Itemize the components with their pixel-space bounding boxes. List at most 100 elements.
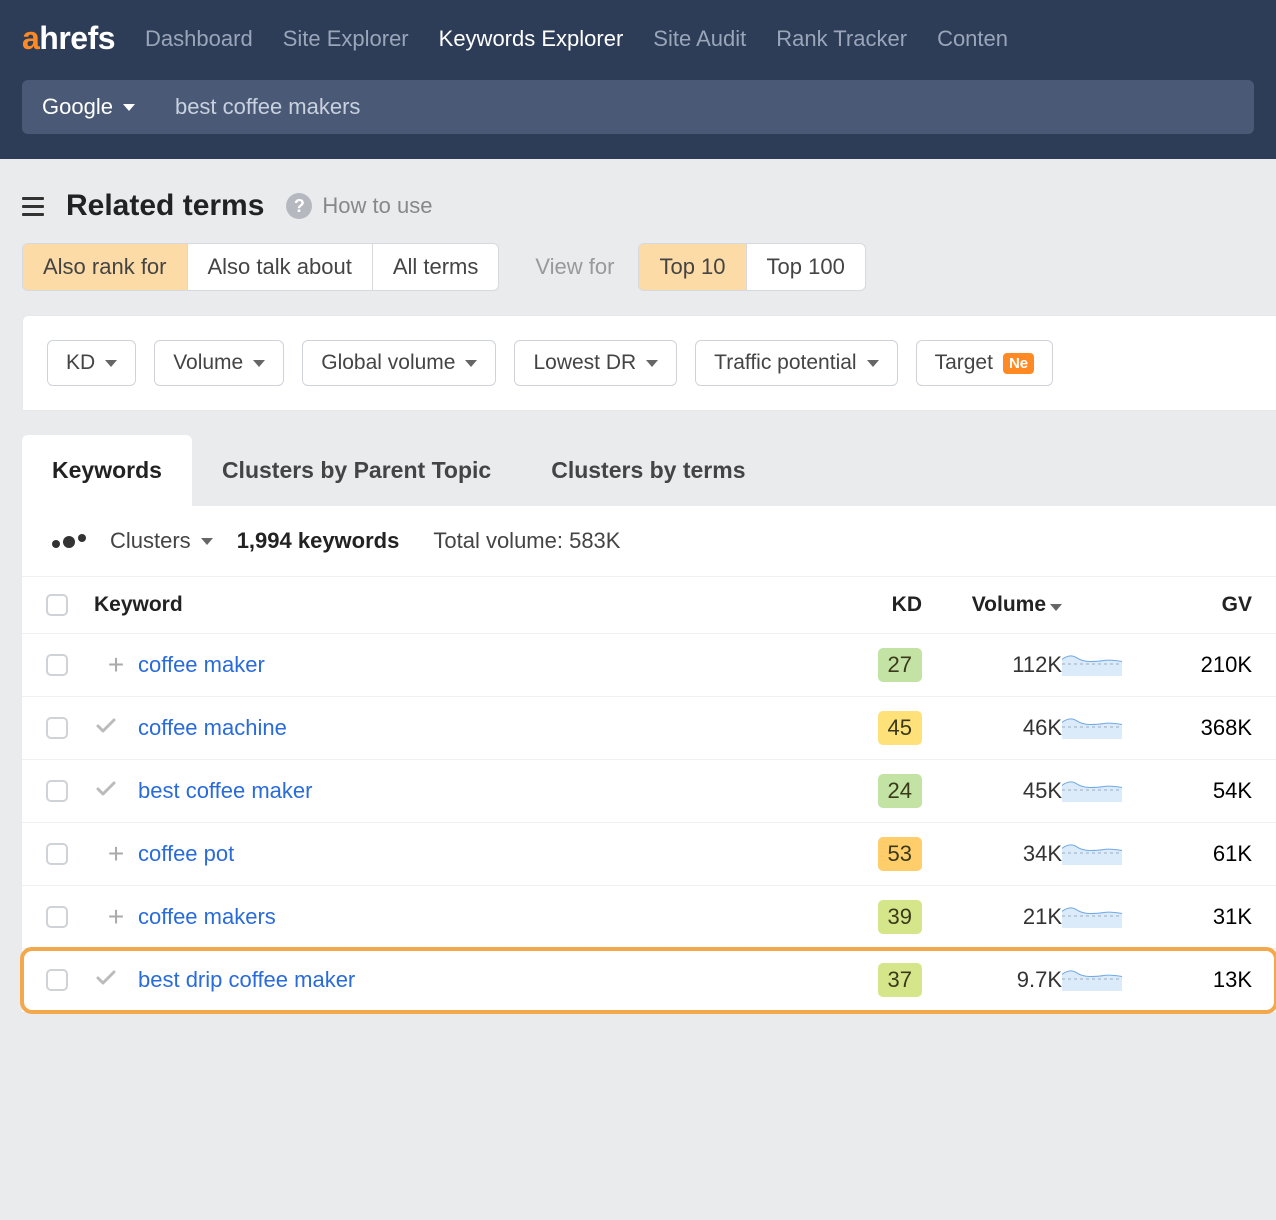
match-type-group: Also rank forAlso talk aboutAll terms	[22, 243, 499, 291]
gv-value: 61K	[1142, 841, 1252, 867]
row-checkbox[interactable]	[46, 717, 68, 739]
select-all-checkbox[interactable]	[46, 594, 68, 616]
volume-value: 9.7K	[922, 967, 1062, 993]
nav-site-explorer[interactable]: Site Explorer	[283, 26, 409, 52]
help-icon: ?	[286, 193, 312, 219]
sparkline-icon	[1062, 648, 1122, 676]
table-row: +coffee makers3921K31K	[22, 886, 1276, 949]
col-keyword[interactable]: Keyword	[94, 593, 832, 617]
caret-down-icon	[201, 538, 213, 545]
view-for-label: View for	[535, 254, 614, 280]
gv-value: 13K	[1142, 967, 1252, 993]
sparkline-icon	[1062, 711, 1122, 739]
hamburger-icon[interactable]	[22, 197, 44, 216]
tab-clusters-by-parent-topic[interactable]: Clusters by Parent Topic	[192, 435, 521, 506]
row-checkbox[interactable]	[46, 969, 68, 991]
filter-volume[interactable]: Volume	[154, 340, 284, 386]
sparkline-icon	[1062, 900, 1122, 928]
caret-down-icon	[105, 360, 117, 367]
total-volume: Total volume: 583K	[433, 528, 620, 554]
top-nav: ahrefs Dashboard Site Explorer Keywords Ex…	[0, 0, 1276, 77]
pill-all-terms[interactable]: All terms	[373, 244, 499, 290]
row-checkbox[interactable]	[46, 906, 68, 928]
how-to-use-link[interactable]: ? How to use	[286, 193, 432, 219]
keyword-link[interactable]: best drip coffee maker	[138, 967, 355, 992]
table-row: +coffee pot5334K61K	[22, 823, 1276, 886]
included-icon[interactable]	[94, 776, 138, 806]
row-checkbox[interactable]	[46, 654, 68, 676]
sparkline-icon	[1062, 963, 1122, 991]
pill-top-100[interactable]: Top 100	[747, 244, 865, 290]
col-volume[interactable]: Volume	[922, 593, 1062, 617]
tabs-row: KeywordsClusters by Parent TopicClusters…	[0, 435, 1276, 506]
included-icon[interactable]	[94, 713, 138, 743]
col-kd[interactable]: KD	[832, 593, 922, 617]
new-badge: Ne	[1003, 353, 1034, 374]
stats-row: Clusters 1,994 keywords Total volume: 58…	[22, 506, 1276, 577]
tab-keywords[interactable]: Keywords	[22, 435, 192, 506]
caret-down-icon	[646, 360, 658, 367]
engine-label: Google	[42, 94, 113, 120]
expand-icon[interactable]: +	[94, 838, 138, 870]
nav-rank-tracker[interactable]: Rank Tracker	[776, 26, 907, 52]
sparkline-icon	[1062, 837, 1122, 865]
filter-global-volume[interactable]: Global volume	[302, 340, 496, 386]
kd-badge: 24	[878, 774, 922, 808]
nav-dashboard[interactable]: Dashboard	[145, 26, 253, 52]
included-icon[interactable]	[94, 965, 138, 995]
engine-select[interactable]: Google	[22, 80, 155, 134]
table-row: best coffee maker 2445K 54K	[22, 760, 1276, 823]
nav-keywords-explorer[interactable]: Keywords Explorer	[439, 26, 624, 52]
keyword-table: Keyword KD Volume GV +coffee maker27112K…	[22, 577, 1276, 1012]
gv-value: 31K	[1142, 904, 1252, 930]
sort-desc-icon	[1050, 604, 1062, 611]
keyword-link[interactable]: coffee pot	[138, 841, 234, 866]
expand-icon[interactable]: +	[94, 649, 138, 681]
volume-value: 45K	[922, 778, 1062, 804]
keyword-link[interactable]: coffee maker	[138, 652, 265, 677]
table-row: coffee machine4546K368K	[22, 697, 1276, 760]
logo-a: a	[22, 20, 39, 57]
clusters-icon	[52, 534, 86, 548]
filter-kd[interactable]: KD	[47, 340, 136, 386]
top-n-group: Top 10Top 100	[638, 243, 865, 291]
clusters-dropdown[interactable]: Clusters	[110, 528, 213, 554]
gv-value: 210K	[1142, 652, 1252, 678]
nav-links: Dashboard Site Explorer Keywords Explorer S…	[145, 26, 1008, 52]
keyword-link[interactable]: coffee makers	[138, 904, 276, 929]
nav-conten[interactable]: Conten	[937, 26, 1008, 52]
filter-lowest-dr[interactable]: Lowest DR	[514, 340, 677, 386]
table-header: Keyword KD Volume GV	[22, 577, 1276, 634]
keyword-link[interactable]: coffee machine	[138, 715, 287, 740]
volume-value: 21K	[922, 904, 1062, 930]
caret-down-icon	[867, 360, 879, 367]
gv-value: 368K	[1142, 715, 1252, 741]
volume-value: 112K	[922, 652, 1062, 678]
toggle-row: Also rank forAlso talk aboutAll terms Vi…	[0, 243, 1276, 315]
keyword-count: 1,994 keywords	[237, 528, 400, 554]
row-checkbox[interactable]	[46, 780, 68, 802]
nav-site-audit[interactable]: Site Audit	[653, 26, 746, 52]
tab-clusters-by-terms[interactable]: Clusters by terms	[521, 435, 775, 506]
page-title: Related terms	[66, 189, 264, 223]
keyword-link[interactable]: best coffee maker	[138, 778, 312, 803]
how-to-use-label: How to use	[322, 193, 432, 219]
pill-also-rank-for[interactable]: Also rank for	[23, 244, 188, 290]
pill-also-talk-about[interactable]: Also talk about	[188, 244, 373, 290]
caret-down-icon	[123, 104, 135, 111]
pill-top-10[interactable]: Top 10	[639, 244, 746, 290]
logo[interactable]: ahrefs	[22, 20, 115, 57]
keyword-search-input[interactable]	[155, 80, 1254, 134]
gv-value: 54K	[1142, 778, 1252, 804]
expand-icon[interactable]: +	[94, 901, 138, 933]
filter-traffic-potential[interactable]: Traffic potential	[695, 340, 897, 386]
kd-badge: 45	[878, 711, 922, 745]
search-bar: Google	[0, 77, 1276, 159]
row-checkbox[interactable]	[46, 843, 68, 865]
caret-down-icon	[253, 360, 265, 367]
table-row: +coffee maker27112K210K	[22, 634, 1276, 697]
filter-target[interactable]: TargetNe	[916, 340, 1054, 386]
volume-value: 34K	[922, 841, 1062, 867]
col-gv[interactable]: GV	[1142, 593, 1252, 617]
table-row: best drip coffee maker379.7K13K	[22, 949, 1276, 1012]
